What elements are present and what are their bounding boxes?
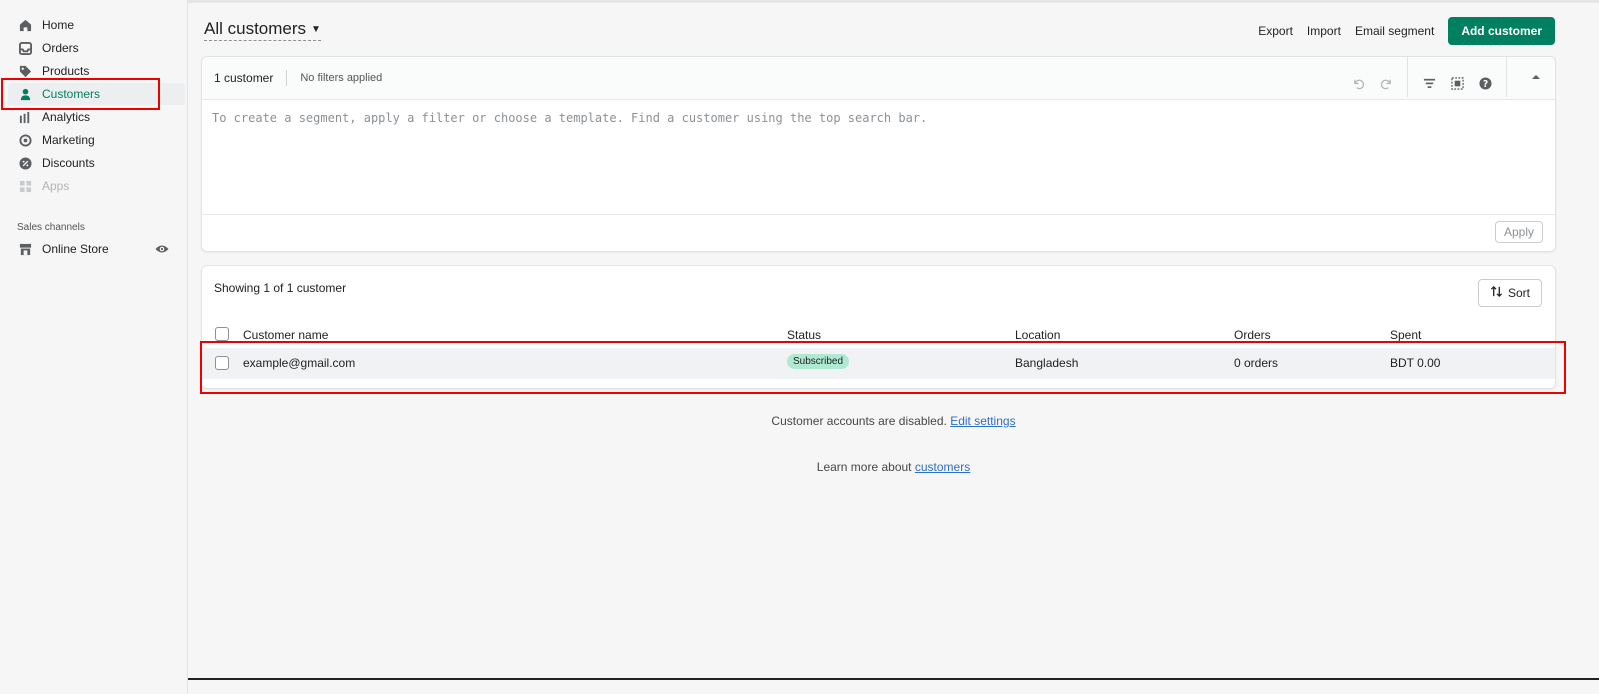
customers-highlight-box: [1, 78, 160, 110]
import-button[interactable]: Import: [1307, 24, 1341, 38]
top-actions: Export Import Email segment Add customer: [1258, 17, 1555, 45]
column-header-spent[interactable]: Spent: [1390, 328, 1421, 342]
select-columns-icon[interactable]: [1450, 77, 1464, 91]
page-title[interactable]: All customers ▼: [204, 19, 321, 41]
sidebar-item-label: Marketing: [42, 133, 95, 147]
inbox-icon: [18, 41, 32, 55]
segment-toolbar: ?: [1351, 57, 1507, 97]
customers-help-link[interactable]: customers: [915, 460, 970, 474]
sales-channels-heading: Sales channels: [17, 222, 85, 233]
filter-icon[interactable]: [1422, 77, 1436, 91]
customer-count: 1 customer: [214, 71, 274, 85]
email-segment-button[interactable]: Email segment: [1355, 24, 1434, 38]
sort-icon: [1490, 285, 1503, 301]
caret-down-icon: ▼: [311, 23, 321, 35]
sidebar-item-label: Analytics: [42, 110, 91, 124]
target-icon: [18, 133, 32, 147]
divider: [1506, 57, 1507, 97]
tag-icon: [18, 64, 32, 78]
apps-icon: [18, 179, 32, 193]
column-header-name[interactable]: Customer name: [243, 328, 328, 342]
column-header-status[interactable]: Status: [787, 328, 821, 342]
sidebar-item-label: Online Store: [42, 242, 109, 256]
help-icon[interactable]: ?: [1478, 77, 1492, 91]
discount-icon: [18, 156, 32, 170]
export-button[interactable]: Export: [1258, 24, 1293, 38]
bar-chart-icon: [18, 110, 32, 124]
collapse-caret-icon[interactable]: [1531, 71, 1541, 85]
sort-button[interactable]: Sort: [1477, 279, 1542, 307]
accounts-notice: Customer accounts are disabled. Edit set…: [188, 414, 1599, 428]
sidebar-item-label: Products: [42, 64, 90, 78]
apply-button[interactable]: Apply: [1494, 221, 1543, 243]
add-customer-button[interactable]: Add customer: [1448, 17, 1555, 45]
sidebar-item-label: Discounts: [42, 156, 95, 170]
segment-query-editor[interactable]: To create a segment, apply a filter or c…: [202, 100, 1555, 215]
edit-settings-link[interactable]: Edit settings: [950, 414, 1015, 428]
svg-text:?: ?: [1482, 79, 1487, 90]
accounts-notice-text: Customer accounts are disabled.: [771, 414, 947, 428]
page-title-text: All customers: [204, 19, 307, 38]
sidebar-item-apps[interactable]: Apps: [8, 175, 185, 197]
sidebar-item-marketing[interactable]: Marketing: [8, 129, 185, 151]
redo-icon[interactable]: [1379, 77, 1393, 91]
eye-icon[interactable]: [155, 243, 169, 257]
customer-row-highlight-box: [200, 341, 1566, 394]
divider: [286, 70, 288, 86]
sidebar-item-label: Apps: [42, 179, 70, 193]
learn-more-notice: Learn more about customers: [188, 460, 1599, 474]
divider: [1407, 57, 1408, 97]
store-icon: [18, 242, 32, 256]
select-all-checkbox[interactable]: [215, 327, 229, 341]
sort-label: Sort: [1507, 286, 1530, 300]
segment-header: 1 customer No filters applied ?: [202, 57, 1555, 100]
sidebar-item-online-store[interactable]: Online Store: [8, 238, 185, 260]
bottom-edge: [188, 678, 1599, 680]
sidebar-item-orders[interactable]: Orders: [8, 37, 185, 59]
undo-icon[interactable]: [1351, 77, 1365, 91]
sidebar-item-home[interactable]: Home: [8, 14, 185, 36]
learn-more-text: Learn more about: [816, 460, 912, 474]
column-header-orders[interactable]: Orders: [1234, 328, 1271, 342]
column-header-location[interactable]: Location: [1015, 328, 1060, 342]
sidebar-item-label: Home: [42, 18, 75, 32]
segment-editor-card: 1 customer No filters applied ? To creat…: [201, 56, 1556, 252]
home-icon: [18, 18, 32, 32]
filter-status: No filters applied: [300, 72, 383, 84]
sidebar-item-discounts[interactable]: Discounts: [8, 152, 185, 174]
results-count: Showing 1 of 1 customer: [214, 281, 347, 295]
sidebar-item-label: Orders: [42, 41, 79, 55]
